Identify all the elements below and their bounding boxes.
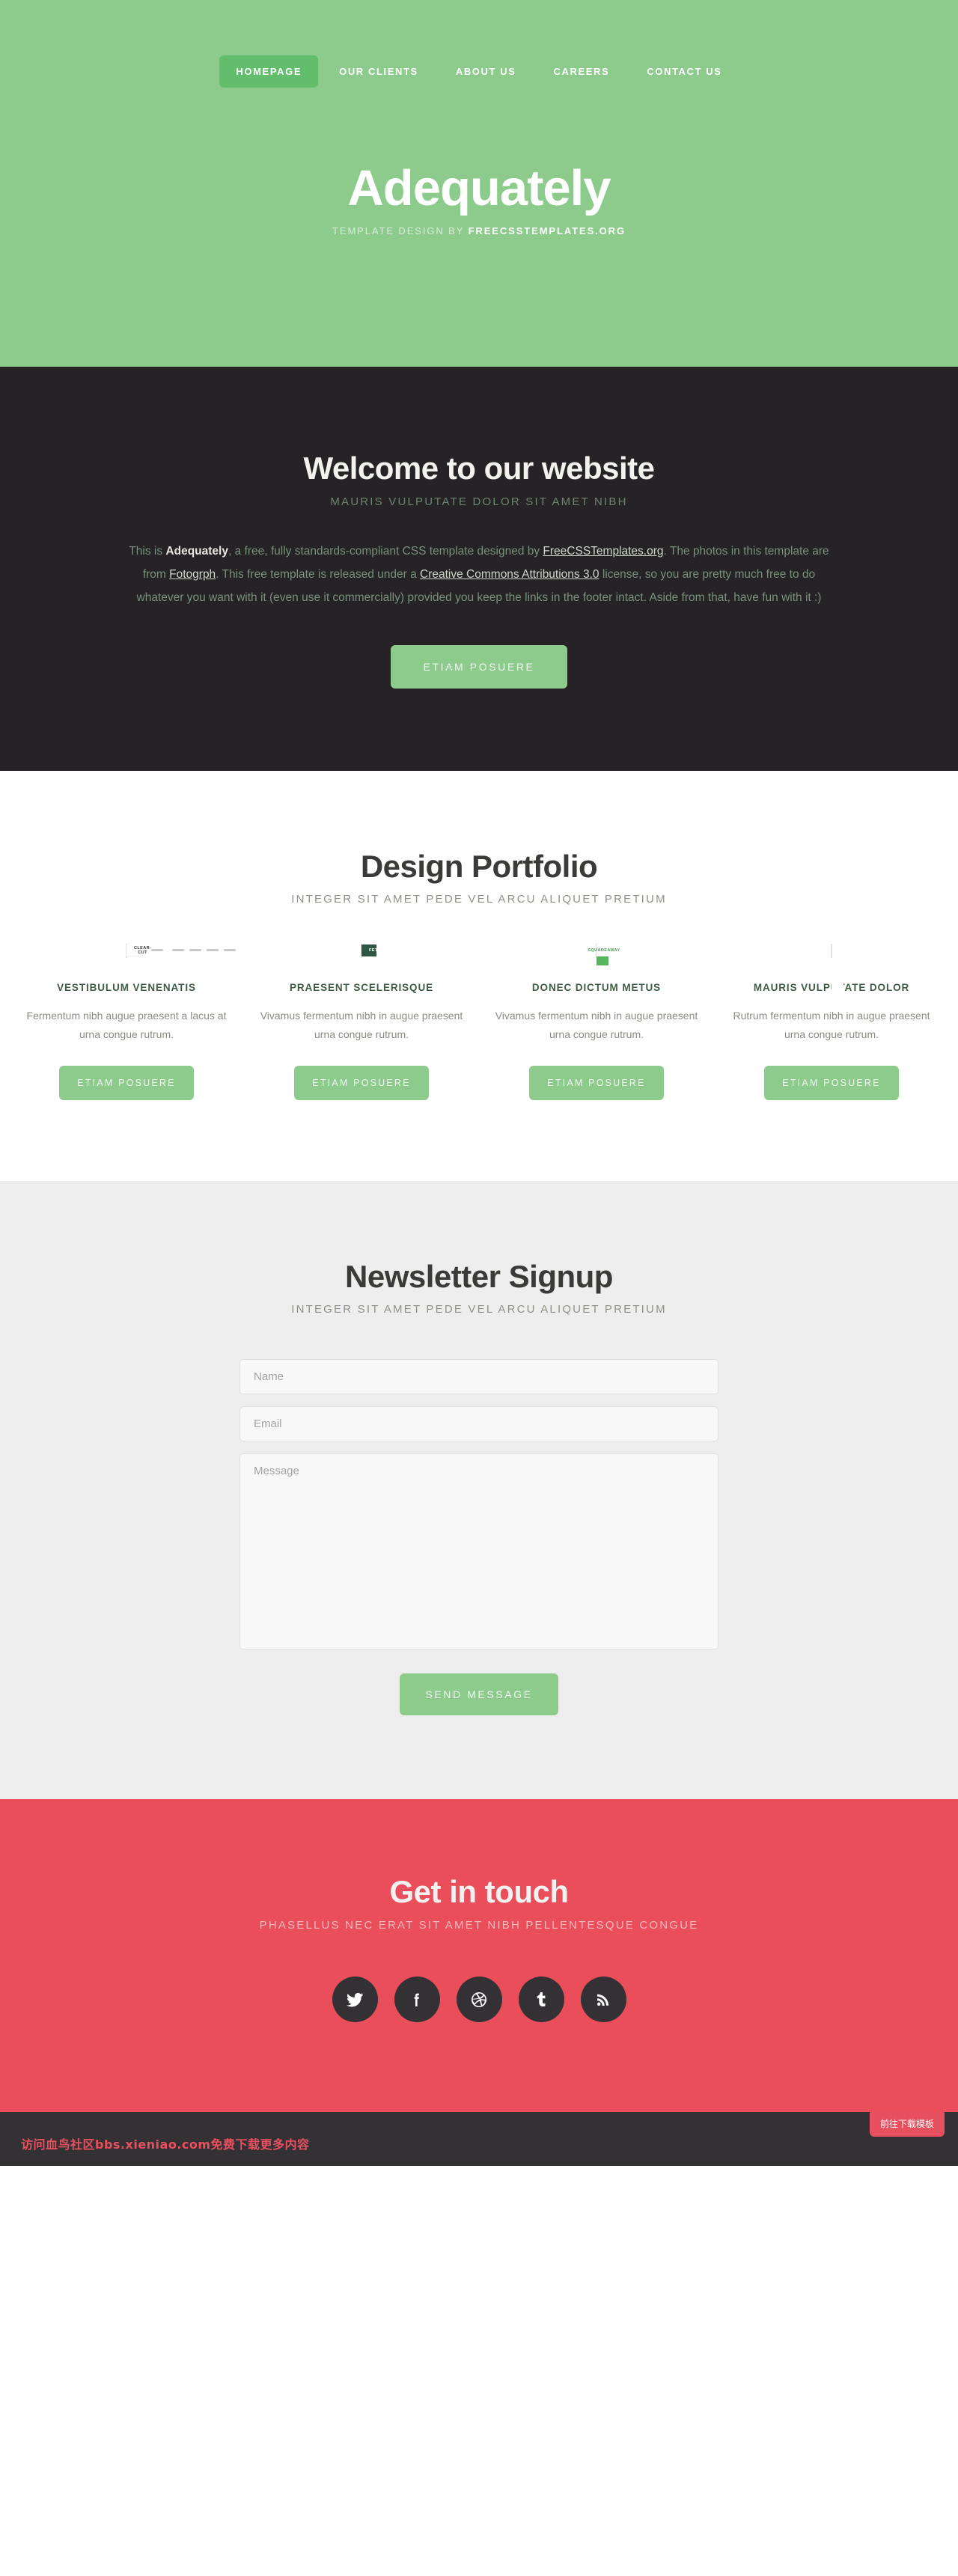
social-link-tumblr[interactable] — [518, 1977, 564, 2022]
nav-item-careers[interactable]: CAREERS — [537, 55, 626, 88]
nav-item-contact-us[interactable]: CONTACT US — [630, 55, 738, 88]
email-input[interactable] — [240, 1406, 718, 1441]
portfolio-card-description: Fermentum nibh augue praesent a lacus at… — [26, 1010, 227, 1040]
portfolio-subtitle: INTEGER SIT AMET PEDE VEL ARCU ALIQUET P… — [291, 893, 667, 906]
portfolio-card: FETCHINGLY PRAESENT SCELERISQUE Vivamus … — [253, 944, 479, 1100]
get-in-touch-section: Get in touch PHASELLUS NEC ERAT SIT AMET… — [0, 1799, 958, 2112]
portfolio-thumbnail-clear-cut[interactable]: CLEAR-CUT — [126, 944, 237, 958]
welcome-body-brand: Adequately — [165, 545, 228, 558]
welcome-body-part1: This is — [129, 545, 166, 558]
preview-logo: SQUAREAWAY — [588, 948, 620, 953]
portfolio-thumbnail-squareaway[interactable]: SQUAREAWAY — [588, 944, 620, 965]
social-link-facebook[interactable] — [394, 1977, 440, 2022]
site-header: HOMEPAGE OUR CLIENTS ABOUT US CAREERS CO… — [0, 0, 958, 367]
link-creative-commons[interactable]: Creative Commons Attributions 3.0 — [420, 568, 599, 581]
twitter-icon — [347, 1992, 363, 2006]
get-in-touch-title: Get in touch — [389, 1874, 570, 1909]
newsletter-subtitle: INTEGER SIT AMET PEDE VEL ARCU ALIQUET P… — [291, 1303, 667, 1316]
social-link-rss[interactable] — [580, 1977, 626, 2022]
message-input[interactable] — [240, 1453, 718, 1649]
nav-item-about-us[interactable]: ABOUT US — [439, 55, 533, 88]
send-message-button[interactable]: SEND MESSAGE — [400, 1673, 558, 1715]
portfolio-card: CLEAR-CUT VESTIBULUM VENENATIS Fermentum… — [18, 944, 237, 1100]
portfolio-card-button[interactable]: ETIAM POSUERE — [59, 1066, 194, 1100]
watermark-text: 访问血鸟社区bbs.xieniao.com免费下载更多内容 — [21, 2137, 310, 2152]
facebook-icon — [414, 1993, 419, 2006]
social-links — [0, 1977, 958, 2022]
main-navigation: HOMEPAGE OUR CLIENTS ABOUT US CAREERS CO… — [0, 0, 958, 88]
preview-topbar: CLEAR-CUT — [126, 944, 237, 956]
site-title: Adequately — [347, 160, 611, 216]
portfolio-card-button[interactable]: ETIAM POSUERE — [529, 1066, 664, 1100]
name-input[interactable] — [240, 1359, 718, 1394]
portfolio-card-title: DONEC DICTUM METUS — [531, 982, 662, 993]
hero-block: Adequately TEMPLATE DESIGN BY FREECSSTEM… — [0, 162, 958, 236]
portfolio-card: SQUAREAWAY DONEC DICTUM METUS Vivamus fe… — [488, 944, 705, 1100]
rss-icon — [597, 1994, 609, 2006]
portfolio-card-title: PRAESENT SCELERISQUE — [289, 982, 434, 993]
nav-item-our-clients[interactable]: OUR CLIENTS — [323, 55, 435, 88]
download-template-button[interactable]: 前往下载模板 — [869, 2112, 945, 2137]
portfolio-thumbnail-seamlessly[interactable]: SEAMLESSLY — [814, 944, 848, 1011]
link-fotogrph[interactable]: Fotogrph — [169, 568, 216, 581]
preview-topbar: FETCHINGLY — [361, 944, 479, 956]
tumblr-icon — [537, 1991, 546, 2006]
site-tagline: TEMPLATE DESIGN BY FREECSSTEMPLATES.ORG — [0, 225, 958, 236]
tagline-brand: FREECSSTEMPLATES.ORG — [468, 225, 626, 237]
nav-item-homepage[interactable]: HOMEPAGE — [219, 55, 319, 88]
portfolio-card-description: Vivamus fermentum nibh in augue praesent… — [260, 1010, 463, 1040]
welcome-body-part4: . This free template is released under a — [216, 568, 421, 581]
portfolio-card-description: Rutrum fermentum nibh in augue praesent … — [733, 1010, 930, 1040]
preview-text-lines — [361, 956, 376, 978]
newsletter-form: SEND MESSAGE — [240, 1359, 718, 1715]
portfolio-section: Design Portfolio INTEGER SIT AMET PEDE V… — [0, 771, 958, 1181]
portfolio-card: SEAMLESSLY MAURIS VULPUTATE DOLOR Rutrum… — [723, 944, 940, 1100]
social-link-dribbble[interactable] — [456, 1977, 502, 2022]
dribbble-icon — [472, 1991, 486, 2007]
portfolio-card-list: CLEAR-CUT VESTIBULUM VENENATIS Fermentum… — [18, 944, 940, 1100]
newsletter-title: Newsletter Signup — [345, 1259, 613, 1294]
newsletter-section: Newsletter Signup INTEGER SIT AMET PEDE … — [0, 1181, 958, 1799]
welcome-title: Welcome to our website — [303, 451, 656, 486]
welcome-section: Welcome to our website MAURIS VULPUTATE … — [0, 367, 958, 771]
portfolio-title: Design Portfolio — [360, 849, 598, 884]
welcome-cta-button[interactable]: ETIAM POSUERE — [390, 645, 568, 689]
welcome-body-part2: , a free, fully standards-compliant CSS … — [228, 545, 543, 558]
portfolio-card-button[interactable]: ETIAM POSUERE — [294, 1066, 429, 1100]
link-freecsstemplates[interactable]: FreeCSSTemplates.org — [543, 545, 663, 558]
social-link-twitter[interactable] — [332, 1977, 378, 2022]
welcome-subtitle: MAURIS VULPUTATE DOLOR SIT AMET NIBH — [330, 495, 628, 508]
get-in-touch-subtitle: PHASELLUS NEC ERAT SIT AMET NIBH PELLENT… — [259, 1919, 699, 1932]
tagline-prefix: TEMPLATE DESIGN BY — [332, 225, 469, 237]
portfolio-card-button[interactable]: ETIAM POSUERE — [764, 1066, 899, 1100]
portfolio-thumbnail-fetchingly[interactable]: FETCHINGLY — [361, 944, 479, 978]
watermark-bar: 访问血鸟社区bbs.xieniao.com免费下载更多内容 前往下载模板 — [0, 2112, 958, 2166]
welcome-body: This is Adequately, a free, fully standa… — [127, 540, 831, 609]
